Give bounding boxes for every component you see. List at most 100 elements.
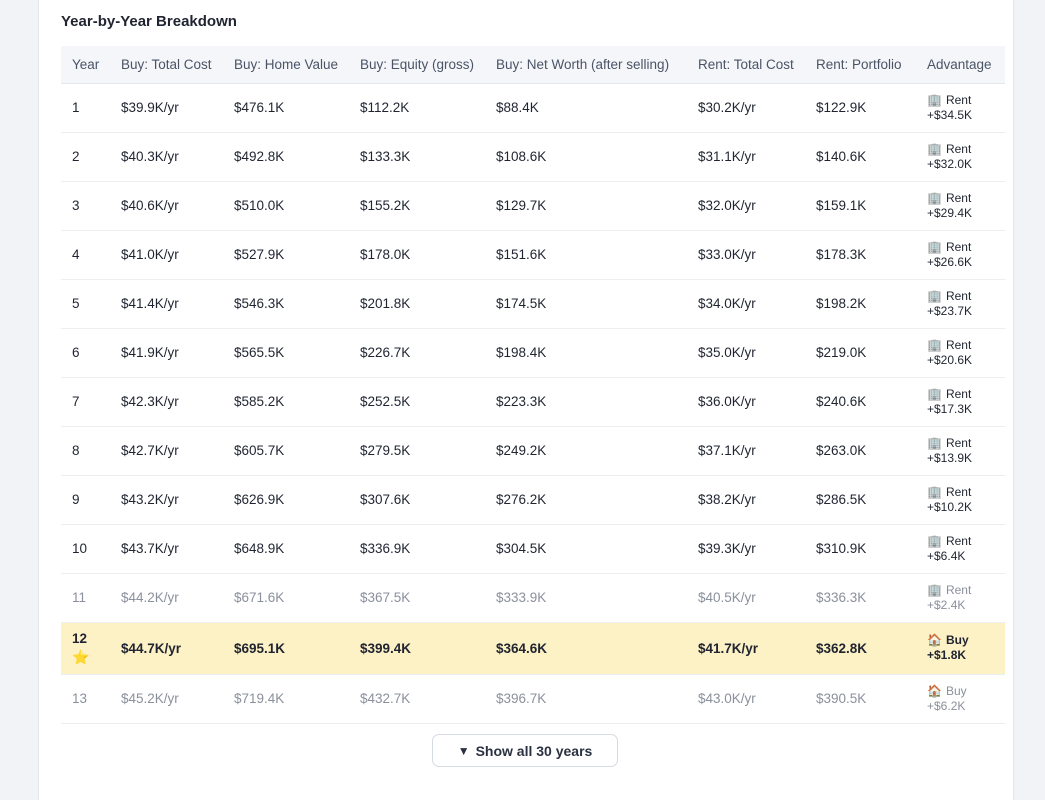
cell-buy-home-value: $626.9K xyxy=(234,492,285,507)
cell-buy-net-worth: $198.4K xyxy=(496,345,547,360)
advantage-amount: +$2.4K xyxy=(927,597,966,612)
advantage-amount: +$32.0K xyxy=(927,156,973,171)
cell-advantage: 🏢 Rent +$13.9K xyxy=(916,426,1005,475)
table-row: 6 $41.9K/yr $565.5K $226.7K $198.4K $35.0K/yr… xyxy=(61,328,1005,377)
cell-rent-portfolio: $178.3K xyxy=(816,247,867,262)
table-row: 4 $41.0K/yr $527.9K $178.0K $151.6K $33.0K/yr… xyxy=(61,230,1005,279)
cell-rent-total-cost: $39.3K/yr xyxy=(698,541,756,556)
cell-year: 2 xyxy=(61,132,110,181)
cell-buy-total-cost: $44.7K/yr xyxy=(121,640,182,656)
cell-buy-total-cost: $44.2K/yr xyxy=(121,590,179,605)
cell-buy-home-value: $695.1K xyxy=(234,640,286,656)
cell-buy-home-value: $605.7K xyxy=(234,443,285,458)
year-value: 5 xyxy=(72,295,80,311)
advantage-amount: +$10.2K xyxy=(927,499,973,514)
advantage-amount: +$26.6K xyxy=(927,254,973,269)
cell-buy-home-value: $585.2K xyxy=(234,394,285,409)
col-header-advantage: Advantage xyxy=(927,56,992,72)
cell-rent-total-cost: $30.2K/yr xyxy=(698,100,756,115)
col-header-buy-home-value: Buy: Home Value xyxy=(234,56,339,72)
year-value: 12 xyxy=(72,631,88,646)
cell-advantage: 🏢 Rent +$17.3K xyxy=(916,377,1005,426)
office-building-icon: 🏢 xyxy=(927,484,942,499)
cell-buy-equity: $155.2K xyxy=(360,198,411,213)
advantage-amount: +$1.8K xyxy=(927,648,967,662)
table-row: 11 $44.2K/yr $671.6K $367.5K $333.9K $40.5K/y… xyxy=(61,573,1005,622)
cell-buy-total-cost: $42.7K/yr xyxy=(121,443,179,458)
cell-rent-total-cost: $36.0K/yr xyxy=(698,394,756,409)
cell-advantage: 🏠 Buy +$1.8K xyxy=(916,622,1005,674)
cell-buy-home-value: $510.0K xyxy=(234,198,285,213)
table-row: 2 $40.3K/yr $492.8K $133.3K $108.6K $31.1K/yr… xyxy=(61,132,1005,181)
star-icon: ⭐ xyxy=(72,649,90,665)
cell-buy-total-cost: $45.2K/yr xyxy=(121,691,179,706)
cell-buy-net-worth: $129.7K xyxy=(496,198,547,213)
table-row: 13 $45.2K/yr $719.4K $432.7K $396.7K $43.0K/y… xyxy=(61,674,1005,723)
advantage-label: Buy xyxy=(945,683,967,698)
cell-rent-total-cost: $41.7K/yr xyxy=(698,640,759,656)
cell-rent-portfolio: $159.1K xyxy=(816,198,867,213)
section-title: Year-by-Year Breakdown xyxy=(61,13,237,30)
year-value: 7 xyxy=(72,393,80,409)
office-building-icon: 🏢 xyxy=(927,435,942,450)
cell-buy-net-worth: $108.6K xyxy=(496,149,547,164)
table-row: 1 $39.9K/yr $476.1K $112.2K $88.4K $30.2K/yr $… xyxy=(61,83,1005,132)
cell-year: 13 xyxy=(61,674,110,723)
cell-buy-equity: $399.4K xyxy=(360,640,412,656)
advantage-label: Rent xyxy=(945,190,972,205)
advantage-label: Rent xyxy=(945,435,972,450)
office-building-icon: 🏢 xyxy=(927,288,942,303)
cell-rent-total-cost: $35.0K/yr xyxy=(698,345,756,360)
cell-rent-portfolio: $310.9K xyxy=(816,541,867,556)
cell-rent-total-cost: $38.2K/yr xyxy=(698,492,756,507)
breakdown-table: Year Buy: Total Cost Buy: Home Value Buy… xyxy=(61,46,1005,724)
cell-advantage: 🏢 Rent +$34.5K xyxy=(916,83,1005,132)
cell-rent-total-cost: $43.0K/yr xyxy=(698,691,756,706)
cell-year: 4 xyxy=(61,230,110,279)
advantage-label: Rent xyxy=(945,337,972,352)
cell-rent-portfolio: $240.6K xyxy=(816,394,867,409)
table-row: 3 $40.6K/yr $510.0K $155.2K $129.7K $32.0K/yr… xyxy=(61,181,1005,230)
advantage-label: Rent xyxy=(945,386,972,401)
cell-advantage: 🏢 Rent +$32.0K xyxy=(916,132,1005,181)
cell-rent-total-cost: $31.1K/yr xyxy=(698,149,756,164)
cell-buy-total-cost: $39.9K/yr xyxy=(121,100,179,115)
table-row: 7 $42.3K/yr $585.2K $252.5K $223.3K $36.0K/yr… xyxy=(61,377,1005,426)
year-value: 3 xyxy=(72,197,80,213)
office-building-icon: 🏢 xyxy=(927,239,942,254)
show-all-years-button[interactable]: ▼ Show all 30 years xyxy=(432,734,618,767)
cell-year: 9 xyxy=(61,475,110,524)
cell-buy-equity: $432.7K xyxy=(360,691,411,706)
table-row: 12 ⭐ $44.7K/yr $695.1K $399.4K $364.6K $41.7K/… xyxy=(61,622,1005,674)
cell-advantage: 🏢 Rent +$23.7K xyxy=(916,279,1005,328)
cell-rent-portfolio: $336.3K xyxy=(816,590,867,605)
cell-rent-portfolio: $390.5K xyxy=(816,691,867,706)
cell-advantage: 🏢 Rent +$6.4K xyxy=(916,524,1005,573)
cell-rent-portfolio: $140.6K xyxy=(816,149,867,164)
cell-buy-total-cost: $40.6K/yr xyxy=(121,198,179,213)
col-header-rent-total-cost: Rent: Total Cost xyxy=(698,56,794,72)
cell-buy-equity: $252.5K xyxy=(360,394,411,409)
cell-year: 12 ⭐ xyxy=(61,622,110,674)
cell-buy-net-worth: $364.6K xyxy=(496,640,548,656)
advantage-label: Rent xyxy=(945,92,972,107)
cell-rent-portfolio: $122.9K xyxy=(816,100,867,115)
cell-advantage: 🏢 Rent +$10.2K xyxy=(916,475,1005,524)
cell-buy-equity: $226.7K xyxy=(360,345,411,360)
house-icon: 🏠 xyxy=(927,683,942,698)
cell-advantage: 🏠 Buy +$6.2K xyxy=(916,674,1005,723)
office-building-icon: 🏢 xyxy=(927,582,942,597)
cell-buy-net-worth: $276.2K xyxy=(496,492,547,507)
cell-year: 1 xyxy=(61,83,110,132)
cell-buy-home-value: $648.9K xyxy=(234,541,285,556)
year-value: 11 xyxy=(72,589,87,605)
cell-year: 11 xyxy=(61,573,110,622)
cell-buy-total-cost: $40.3K/yr xyxy=(121,149,179,164)
cell-advantage: 🏢 Rent +$20.6K xyxy=(916,328,1005,377)
advantage-amount: +$34.5K xyxy=(927,107,973,122)
col-header-buy-equity: Buy: Equity (gross) xyxy=(360,56,475,72)
cell-year: 10 xyxy=(61,524,110,573)
cell-rent-portfolio: $263.0K xyxy=(816,443,867,458)
cell-rent-total-cost: $32.0K/yr xyxy=(698,198,756,213)
cell-rent-total-cost: $34.0K/yr xyxy=(698,296,756,311)
